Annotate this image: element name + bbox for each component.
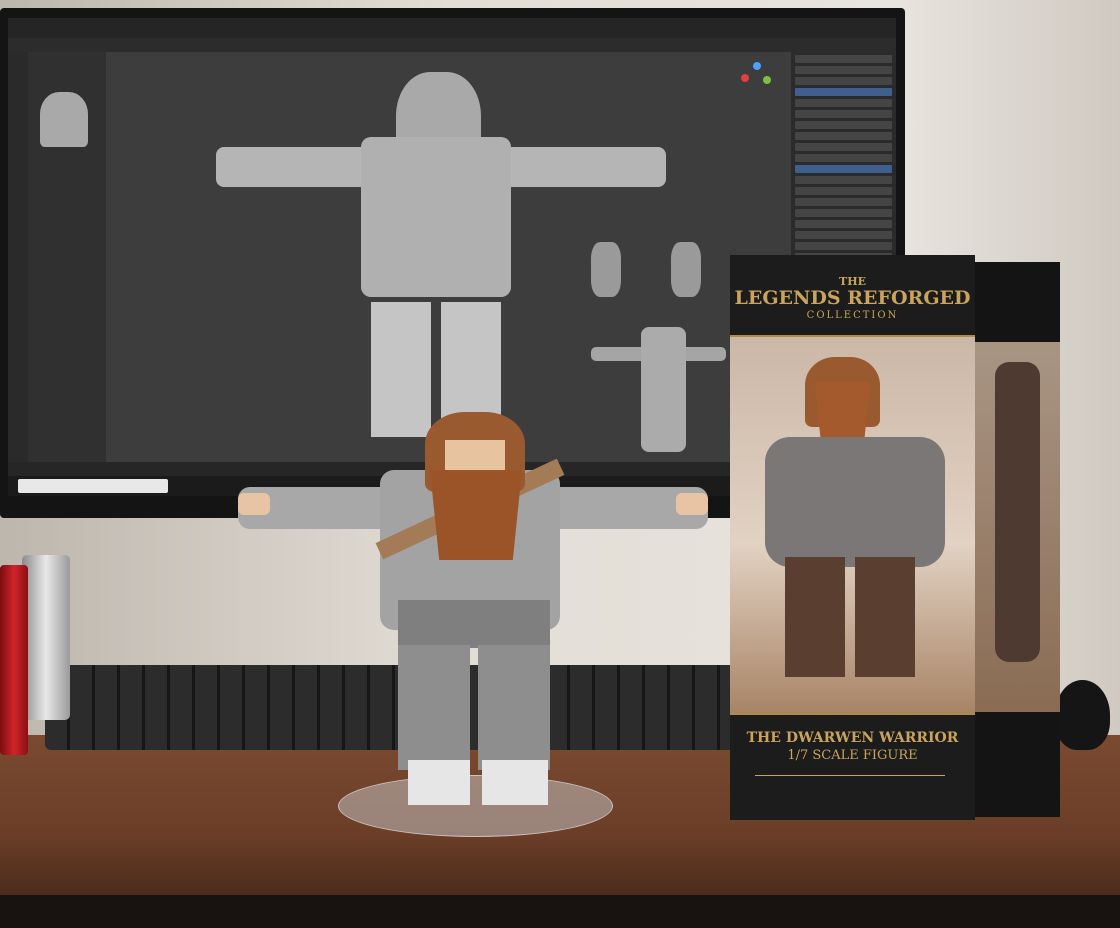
art-dwarf-body (765, 437, 945, 567)
figure-leg-right (478, 645, 550, 770)
soda-can-silver (22, 555, 70, 720)
figure-boot-right (482, 760, 548, 805)
art-dwarf-leg (855, 557, 915, 677)
product-box-side (975, 262, 1060, 817)
art-dwarf-leg (785, 557, 845, 677)
mouse (1055, 680, 1110, 750)
box-side-artwork (975, 342, 1060, 712)
box-series-collection: COLLECTION (806, 310, 899, 321)
app-menu-bar (8, 18, 896, 38)
figure-hand-right (676, 493, 708, 515)
art-side-dwarf (995, 362, 1040, 662)
box-figure-scale: 1/7 SCALE FIGURE (787, 748, 918, 763)
desk-shadow (0, 895, 1120, 928)
figure-leg-left (398, 645, 470, 770)
axis-gizmo-icon[interactable] (741, 62, 771, 92)
taskbar-search-input[interactable] (18, 479, 168, 493)
tool-strip (8, 52, 28, 462)
preview-model (671, 242, 701, 297)
box-divider (755, 775, 945, 776)
box-series-name: LEGENDS REFORGED (734, 287, 971, 309)
soda-can-red (0, 565, 28, 755)
preview-model (591, 242, 621, 297)
asset-panel (28, 52, 106, 462)
preview-tpose-body (641, 327, 686, 452)
figure-boot-left (408, 760, 470, 805)
figure-hand-left (238, 493, 270, 515)
box-artwork (730, 335, 975, 715)
3d-viewport (106, 52, 791, 462)
model-leg-left (371, 302, 431, 437)
head-thumbnail (40, 92, 88, 147)
keyboard (45, 665, 745, 750)
figure-beard (430, 470, 522, 560)
product-box-front: THE LEGENDS REFORGED COLLECTION THE DWAR… (730, 255, 975, 820)
figure-belt (398, 600, 550, 648)
model-torso (361, 137, 511, 297)
app-toolbar (8, 38, 896, 52)
figure-stand-base (338, 775, 613, 837)
box-figure-title: THE DWARWEN WARRIOR (746, 730, 959, 746)
